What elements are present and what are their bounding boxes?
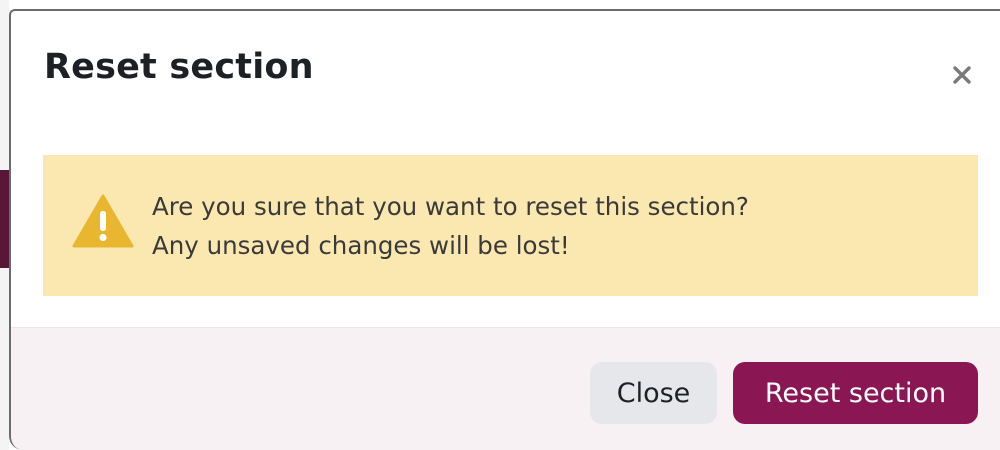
dialog-title: Reset section <box>44 47 314 87</box>
alert-message-line-1: Are you sure that you want to reset this… <box>152 192 749 221</box>
alert-message-line-2: Any unsaved changes will be lost! <box>152 231 570 260</box>
close-x-glyph <box>953 66 971 84</box>
backdrop-accent-strip <box>0 170 9 268</box>
close-button[interactable]: Close <box>590 362 717 424</box>
dialog-footer: Close Reset section <box>11 327 1000 450</box>
alert-message: Are you sure that you want to reset this… <box>152 187 749 265</box>
reset-section-dialog: Reset section Are you sure that you want… <box>9 9 1000 450</box>
warning-triangle-icon <box>72 194 134 248</box>
reset-section-button[interactable]: Reset section <box>733 362 978 424</box>
close-x-icon[interactable] <box>942 55 982 95</box>
warning-alert: Are you sure that you want to reset this… <box>43 155 978 296</box>
dialog-body: Are you sure that you want to reset this… <box>11 131 1000 327</box>
dialog-header: Reset section <box>11 11 1000 131</box>
